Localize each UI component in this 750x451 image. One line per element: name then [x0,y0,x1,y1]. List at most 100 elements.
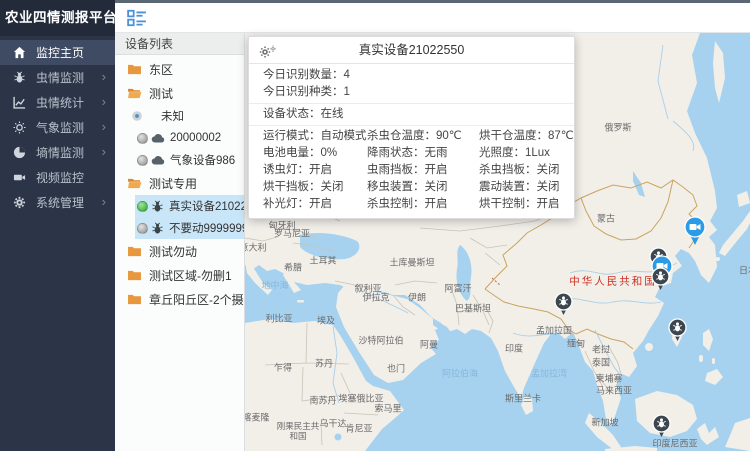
chevron-right-icon: › [102,194,106,209]
folder-closed-icon [127,293,142,305]
chevron-right-icon: › [102,69,106,84]
weather-device-icon [151,155,165,166]
tree-folder-label: 东区 [149,61,173,78]
tree-folder-label: 测试专用 [149,175,197,192]
divider [249,125,574,126]
tree-folder-label: 章丘阳丘区-2个摄像头 [149,291,245,308]
device-param: 虫雨挡板：开启 [367,162,479,179]
status-dot-online [137,201,148,212]
sidebar-item-system-manage[interactable]: 系统管理 › [0,190,115,215]
device-status-row: 设备状态：在线 [249,106,574,123]
device-stat-row: 今日识别数量：4 [249,67,574,84]
tree-folder[interactable]: 章丘阳丘区-2个摄像头 [115,287,244,311]
menu-item-label: 虫情监测 [36,69,84,86]
menu-item-label: 气象监测 [36,119,84,136]
tree-folder-label: 测试 [149,85,173,102]
camera-device-pin[interactable] [683,216,707,249]
bug-icon [13,71,26,84]
tree-device-label: 真实设备21022550 [169,198,245,214]
tree-device[interactable]: 不要动99999999 [135,217,244,239]
camera-icon [13,171,26,184]
sidebar-item-moisture-monitor[interactable]: 墒情监测 › [0,140,115,165]
insect-device-pin[interactable] [554,292,573,319]
chevron-right-icon: › [102,144,106,159]
device-param: 烘干仓温度：87℃ [479,128,574,145]
sidebar-item-insect-stats[interactable]: 虫情统计 › [0,90,115,115]
weather-device-icon [151,133,165,144]
menu-item-label: 虫情统计 [36,94,84,111]
cogs-icon[interactable] [259,43,277,58]
device-param: 杀虫仓温度：90℃ [367,128,479,145]
tree-folder-label: 测试区域-勿删1 [149,267,232,284]
insect-device-pin[interactable] [651,267,670,294]
menu-item-label: 视频监控 [36,169,84,186]
device-popup: 真实设备21022550 今日识别数量：4今日识别种类：1 设备状态：在线运行模式… [248,36,575,219]
device-popup-body: 今日识别数量：4今日识别种类：1 设备状态：在线运行模式：自动模式杀虫仓温度：90… [249,64,574,218]
tree-device[interactable]: 未知 [115,105,244,127]
device-param: 移虫装置：关闭 [367,179,479,196]
target-icon [131,110,143,122]
home-icon [13,46,26,59]
folder-closed-icon [127,245,142,257]
folder-closed-icon [127,63,142,75]
tree-folder[interactable]: 测试专用 [115,171,244,195]
topbar [115,0,750,33]
insect-device-icon [151,222,164,235]
device-param: 诱虫灯：开启 [263,162,367,179]
sun-icon [13,121,26,134]
folder-open-icon [127,87,142,99]
insect-device-icon [151,200,164,213]
device-tree: 东区测试未知 20000002 气象设备986 测试专用真实设备21022550 不要动… [115,55,244,311]
sidebar-item-home[interactable]: 监控主页 [0,40,115,65]
device-param: 杀虫挡板：关闭 [479,162,574,179]
tree-device-label: 未知 [161,108,184,124]
insect-device-pin[interactable] [652,414,671,441]
tree-device[interactable]: 气象设备986 [115,149,244,171]
divider [249,103,574,104]
device-param: 烘干控制：开启 [479,196,574,213]
tree-folder[interactable]: 测试勿动 [115,239,244,263]
device-param: 杀虫控制：开启 [367,196,479,213]
chart-icon [13,96,26,109]
device-panel: 设备列表 东区测试未知 20000002 气象设备986 测试专用真实设备210225… [115,33,245,451]
device-param: 烘干挡板：关闭 [263,179,367,196]
chevron-right-icon: › [102,119,106,134]
device-param: 降雨状态：无雨 [367,145,479,162]
menu-item-label: 监控主页 [36,44,84,61]
menu-item-label: 墒情监测 [36,144,84,161]
globe-icon [13,146,26,159]
device-stat-row: 今日识别种类：1 [249,84,574,101]
device-panel-header: 设备列表 [115,33,244,55]
folder-open-icon [127,177,142,189]
tree-folder-label: 测试勿动 [149,243,197,260]
status-dot-offline [137,155,148,166]
device-param: 运行模式：自动模式 [263,128,367,145]
sidebar-item-video-monitor[interactable]: 视频监控 [0,165,115,190]
tree-device[interactable]: 真实设备21022550 [135,195,244,217]
app-title: 农业四情测报平台 [0,0,115,36]
sidebar-item-weather-monitor[interactable]: 气象监测 › [0,115,115,140]
device-popup-title: 真实设备21022550 [249,37,574,64]
gear-icon [13,196,26,209]
chevron-right-icon: › [102,94,106,109]
sidebar-item-insect-monitor[interactable]: 虫情监测 › [0,65,115,90]
device-param: 震动装置：关闭 [479,179,574,196]
tree-folder[interactable]: 测试区域-勿删1 [115,263,244,287]
sidebar: 农业四情测报平台 监控主页虫情监测 › 虫情统计 › 气象监测 › 墒情监测 › 视频监控系统管… [0,0,115,451]
tree-device-label: 20000002 [170,132,221,144]
tree-collapse-icon[interactable] [127,9,147,27]
tree-device[interactable]: 20000002 [115,127,244,149]
status-dot-offline [137,133,148,144]
tree-device-label: 气象设备986 [170,152,235,168]
tree-folder[interactable]: 测试 [115,81,244,105]
menu-item-label: 系统管理 [36,194,84,211]
app-window: 农业四情测报平台 监控主页虫情监测 › 虫情统计 › 气象监测 › 墒情监测 › 视频监控系统管… [0,0,750,451]
sidebar-menu: 监控主页虫情监测 › 虫情统计 › 气象监测 › 墒情监测 › 视频监控系统管理 › [0,36,115,215]
insect-device-pin[interactable] [668,318,687,345]
device-param-grid: 运行模式：自动模式杀虫仓温度：90℃烘干仓温度：87℃电池电量：0%降雨状态：无… [249,128,574,213]
tree-device-label: 不要动99999999 [169,220,245,236]
device-popup-header: 真实设备21022550 [249,37,574,64]
status-dot-offline [137,223,148,234]
tree-folder[interactable]: 东区 [115,57,244,81]
device-param: 补光灯：开启 [263,196,367,213]
